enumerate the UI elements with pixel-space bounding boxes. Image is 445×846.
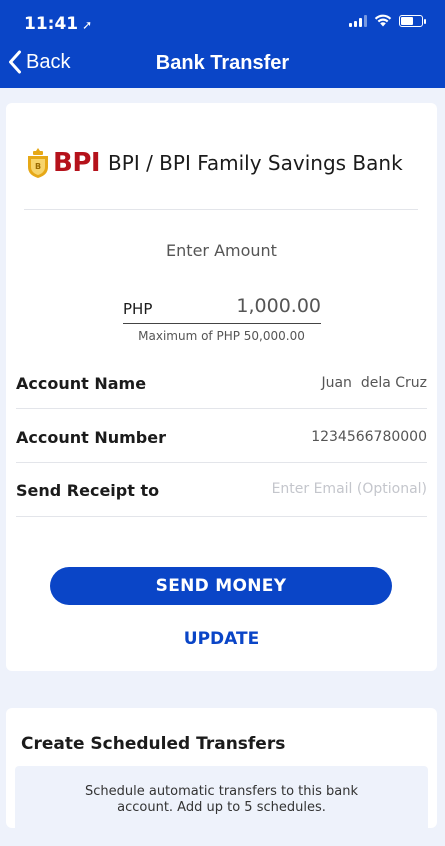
receipt-label: Send Receipt to [16,481,160,500]
status-time: 11:41 ➚ [24,14,92,34]
enter-amount-label: Enter Amount [166,241,277,260]
divider [16,516,427,517]
navigation-bar: Back Bank Transfer [0,44,445,84]
location-icon: ➚ [82,18,93,32]
divider [16,462,427,463]
account-name-label: Account Name [16,374,147,393]
divider [16,408,427,409]
bpi-logo-text: BPI [53,148,101,178]
cellular-signal-icon [349,14,367,27]
account-name-row: Account Name Juan dela Cruz [16,357,427,409]
account-number-row: Account Number 1234566780000 [16,411,427,463]
transfer-card: B BPI BPI / BPI Family Savings Bank Ente… [6,103,437,671]
account-name-value: Juan dela Cruz [321,375,427,391]
bank-name: BPI / BPI Family Savings Bank [108,151,403,175]
maximum-amount-note: Maximum of PHP 50,000.00 [138,329,305,343]
amount-value[interactable]: 1,000.00 [236,295,321,317]
scheduled-transfers-info[interactable]: Schedule automatic transfers to this ban… [15,766,428,846]
status-bar: 11:41 ➚ [0,0,445,40]
page-title: Bank Transfer [155,52,290,74]
scheduled-transfers-card: Create Scheduled Transfers Schedule auto… [6,708,437,846]
wifi-icon [374,14,392,27]
update-button[interactable]: UPDATE [6,629,437,649]
bpi-logo: B BPI [26,147,101,179]
send-money-button[interactable]: SEND MONEY [50,567,392,605]
top-bar: 11:41 ➚ Back Bank Transfer [0,0,445,88]
bpi-crest-icon: B [28,148,48,178]
scheduled-transfers-description: Schedule automatic transfers to this ban… [84,784,358,815]
bank-header: B BPI BPI / BPI Family Savings Bank [26,147,403,179]
receipt-email-input[interactable] [227,478,427,500]
amount-field[interactable]: PHP 1,000.00 [123,295,321,324]
currency-label: PHP [123,300,153,318]
status-time-text: 11:41 [24,14,79,34]
receipt-row: Send Receipt to [16,464,427,516]
battery-icon [399,14,426,27]
account-number-label: Account Number [16,428,166,447]
account-number-value: 1234566780000 [311,429,427,445]
scheduled-transfers-title: Create Scheduled Transfers [21,734,286,754]
svg-text:B: B [35,162,41,171]
status-indicators [349,14,426,27]
divider [24,209,418,210]
